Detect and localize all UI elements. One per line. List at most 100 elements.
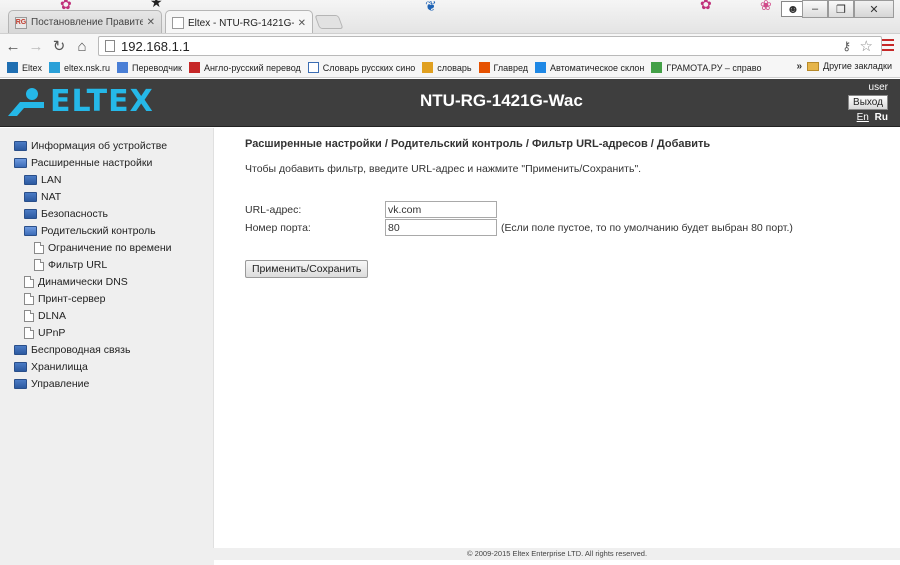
sidebar-item-nat[interactable]: NAT [0, 188, 213, 205]
sidebar-item-print-server[interactable]: Принт-сервер [0, 290, 213, 307]
page-header: ELTEX NTU-RG-1421G-Wac user Выход En Ru [0, 79, 900, 127]
sidebar-item-upnp[interactable]: UPnP [0, 324, 213, 341]
address-url[interactable]: 192.168.1.1 [121, 39, 190, 54]
chrome-menu-icon[interactable] [882, 39, 894, 51]
new-tab-button[interactable] [314, 15, 344, 29]
bookmark-translator[interactable]: Переводчик [117, 62, 182, 73]
bookmark-eltex[interactable]: Eltex [7, 62, 42, 73]
sidebar-item-label: Хранилища [31, 360, 88, 373]
bookmark-label: ГРАМОТА.РУ – справо [666, 62, 762, 73]
user-name: user [868, 82, 888, 93]
bookmark-gramota[interactable]: ГРАМОТА.РУ – справо [651, 62, 761, 73]
tab-title: Постановление Правител [31, 17, 143, 28]
page-icon [24, 309, 34, 322]
sidebar-item-ddns[interactable]: Динамически DNS [0, 273, 213, 290]
forward-arrow-icon[interactable]: → [26, 36, 46, 56]
sidebar-item-label: Фильтр URL [48, 258, 108, 271]
reload-icon[interactable]: ↻ [49, 36, 69, 56]
lang-ru-link[interactable]: Ru [875, 112, 888, 123]
sidebar-item-management[interactable]: Управление [0, 375, 213, 392]
bookmark-synonyms[interactable]: Словарь русских сино [307, 62, 415, 73]
bookmark-declension[interactable]: Автоматическое склон [535, 62, 644, 73]
book-icon [188, 62, 200, 73]
sidebar-item-dlna[interactable]: DLNA [0, 307, 213, 324]
folder-icon [14, 361, 27, 372]
url-input[interactable] [385, 201, 497, 218]
gramota-icon [651, 62, 663, 73]
sidebar-nav: Информация об устройстве Расширенные нас… [0, 128, 214, 548]
port-note: (Если поле пустое, то по умолчанию будет… [501, 221, 793, 234]
sidebar-item-label: Принт-сервер [38, 292, 106, 305]
bookmarks-more-button[interactable]: » [796, 61, 802, 72]
bookmark-dictionary[interactable]: словарь [422, 62, 472, 73]
pen-icon [535, 62, 547, 73]
page-icon [24, 326, 34, 339]
url-label: URL-адрес: [245, 203, 302, 216]
back-arrow-icon[interactable]: ← [3, 36, 23, 56]
logo-text: ELTEX [50, 84, 154, 119]
folder-icon [24, 174, 37, 185]
sidebar-item-label: UPnP [38, 326, 66, 339]
folder-open-icon [14, 157, 27, 168]
folder-icon [24, 208, 37, 219]
browser-toolbar: ← → ↻ ⌂ 192.168.1.1 ⚷ ☆ [0, 34, 900, 58]
close-tab-icon[interactable]: ✕ [298, 18, 306, 29]
sidebar-item-lan[interactable]: LAN [0, 171, 213, 188]
sidebar-item-label: NAT [41, 190, 62, 203]
sidebar-item-url-filter[interactable]: Фильтр URL [0, 256, 213, 273]
instruction-text: Чтобы добавить фильтр, введите URL-адрес… [245, 163, 642, 175]
home-icon[interactable]: ⌂ [72, 36, 92, 56]
eltex-favicon-icon [7, 62, 18, 73]
page-icon [24, 275, 34, 288]
sidebar-item-advanced[interactable]: Расширенные настройки [0, 154, 213, 171]
sidebar-item-time-restriction[interactable]: Ограничение по времени [0, 239, 213, 256]
sidebar-item-label: Родительский контроль [41, 224, 156, 237]
other-bookmarks[interactable]: Другие закладки [807, 61, 892, 71]
sidebar-item-security[interactable]: Безопасность [0, 205, 213, 222]
tab-eltex[interactable]: Eltex - NTU-RG-1421G-Wac ✕ [165, 10, 313, 33]
glavred-icon [478, 62, 490, 73]
minimize-button[interactable]: – [802, 0, 828, 18]
browser-titlebar: ✿ ★ ❦ ✿ ❀ RG Постановление Правител ✕ El… [0, 0, 900, 34]
bookmark-en-ru[interactable]: Англо-русский перевод [188, 62, 301, 73]
bookmark-label: Eltex [22, 62, 43, 73]
sidebar-item-storage[interactable]: Хранилища [0, 358, 213, 375]
sidebar-item-wireless[interactable]: Беспроводная связь [0, 341, 213, 358]
eltex-favicon-icon [49, 62, 61, 73]
logout-button[interactable]: Выход [848, 95, 888, 110]
sidebar-item-label: Безопасность [41, 207, 108, 220]
window-controls: – ❐ ✕ [802, 0, 894, 18]
page-icon [34, 258, 44, 271]
page-icon [105, 40, 115, 52]
key-icon[interactable]: ⚷ [842, 39, 851, 53]
tab-postanovlenie[interactable]: RG Постановление Правител ✕ [8, 10, 162, 33]
bookmark-label: Переводчик [132, 62, 182, 73]
bookmark-star-icon[interactable]: ☆ [860, 37, 873, 55]
page-footer: © 2009-2015 Eltex Enterprise LTD. All ri… [214, 548, 900, 560]
lang-en-link[interactable]: En [857, 112, 869, 123]
sidebar-item-label: Ограничение по времени [48, 241, 172, 254]
close-tab-icon[interactable]: ✕ [147, 17, 155, 28]
folder-icon [807, 61, 820, 71]
breadcrumb: Расширенные настройки / Родительский кон… [245, 138, 711, 150]
port-input[interactable] [385, 219, 497, 236]
apply-save-button[interactable]: Применить/Сохранить [245, 260, 369, 278]
sidebar-item-parental-control[interactable]: Родительский контроль [0, 222, 213, 239]
bookmark-label: eltex.nsk.ru [64, 62, 111, 73]
folder-icon [14, 344, 27, 355]
page-icon [24, 292, 34, 305]
close-window-button[interactable]: ✕ [854, 0, 894, 18]
maximize-button[interactable]: ❐ [828, 0, 854, 18]
main-content: Расширенные настройки / Родительский кон… [245, 138, 885, 278]
bookmark-eltex-nsk[interactable]: eltex.nsk.ru [49, 62, 110, 73]
address-bar[interactable]: 192.168.1.1 ⚷ ☆ [98, 36, 882, 56]
translate-icon [117, 62, 129, 73]
bookmark-glavred[interactable]: Главред [478, 62, 528, 73]
bars-icon [422, 62, 434, 73]
eltex-logo: ELTEX [6, 85, 154, 119]
page-icon [34, 241, 44, 254]
sidebar-item-device-info[interactable]: Информация об устройстве [0, 137, 213, 154]
decor-flower-icon: ❀ [760, 0, 772, 13]
eltex-logo-icon [8, 88, 44, 116]
device-model: NTU-RG-1421G-Wac [420, 91, 583, 110]
